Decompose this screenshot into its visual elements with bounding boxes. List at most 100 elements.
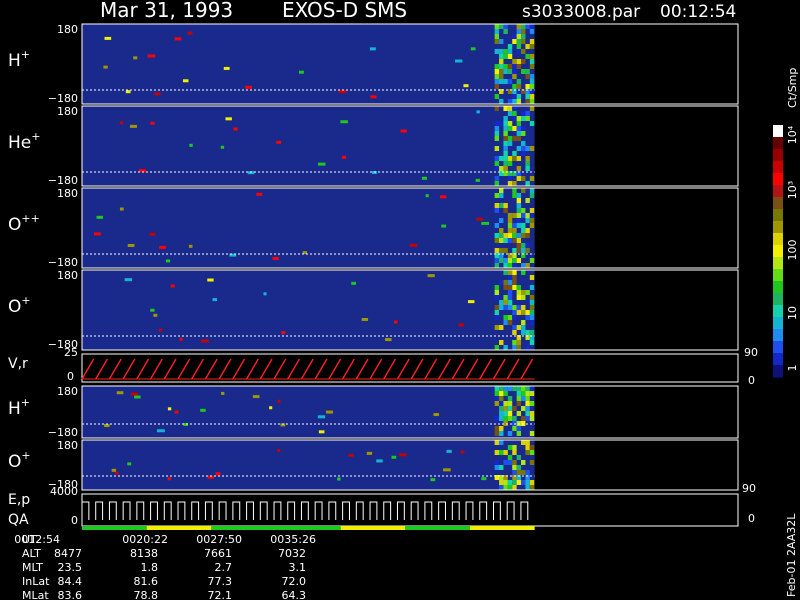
- heatmap-cell: [503, 136, 508, 141]
- heatmap-cell: [512, 233, 517, 238]
- heatmap-cell: [512, 480, 517, 485]
- heatmap-cell: [516, 84, 522, 89]
- heatmap-cell: [499, 233, 504, 238]
- heatmap-speckle: [318, 430, 325, 434]
- heatmap-speckle: [119, 207, 124, 211]
- heatmap-speckle: [439, 195, 447, 199]
- heatmap-speckle: [326, 410, 334, 414]
- heatmap-cell: [507, 263, 513, 268]
- heatmap-cell: [507, 401, 513, 406]
- heatmap-cell: [521, 223, 526, 228]
- heatmap-cell: [525, 386, 530, 391]
- heatmap-cell: [521, 295, 526, 300]
- panel-label-sup: ++: [21, 212, 39, 225]
- heatmap-cell: [494, 64, 500, 69]
- panel-label-sup: +: [21, 48, 30, 61]
- heatmap-cell: [503, 248, 508, 253]
- heatmap-speckle: [220, 145, 225, 149]
- heatmap-speckle: [96, 215, 104, 219]
- heatmap-cell: [494, 146, 500, 151]
- y-tick-bottom: 0: [67, 370, 74, 383]
- heatmap-cell: [512, 34, 517, 39]
- qa-segment: [340, 526, 406, 530]
- heatmap-cell: [521, 470, 526, 475]
- heatmap-cell: [512, 426, 517, 431]
- heatmap-speckle: [245, 85, 252, 89]
- heatmap-cell: [516, 223, 522, 228]
- heatmap-cell: [529, 285, 535, 290]
- heatmap-speckle: [212, 298, 217, 302]
- ephem-cell: 77.3: [208, 575, 233, 588]
- heatmap-cell: [512, 74, 517, 79]
- heatmap-cell: [516, 94, 522, 99]
- heatmap-speckle: [476, 110, 480, 114]
- heatmap-cell: [503, 300, 508, 305]
- heatmap-cell: [525, 248, 530, 253]
- heatmap-cell: [499, 121, 504, 126]
- heatmap-cell: [494, 223, 500, 228]
- heatmap-cell: [512, 465, 517, 470]
- heatmap-speckle: [272, 256, 279, 260]
- heatmap-speckle: [150, 121, 155, 125]
- heatmap-cell: [499, 64, 504, 69]
- heatmap-cell: [521, 208, 526, 213]
- panel-frame: [81, 493, 739, 527]
- heatmap-speckle: [399, 453, 407, 457]
- heatmap-cell: [507, 218, 513, 223]
- heatmap-cell: [503, 208, 508, 213]
- heatmap-speckle: [256, 192, 263, 196]
- qa-segment: [146, 526, 212, 530]
- heatmap-cell: [507, 455, 513, 460]
- energy-step-trace: [81, 501, 529, 520]
- heatmap-cell: [507, 285, 513, 290]
- heatmap-cell: [494, 136, 500, 141]
- heatmap-cell: [507, 176, 513, 181]
- heatmap-speckle: [277, 449, 281, 453]
- heatmap-cell: [521, 325, 526, 330]
- heatmap-cell: [503, 320, 508, 325]
- heatmap-speckle: [159, 245, 166, 249]
- heatmap-cell: [512, 84, 517, 89]
- heatmap-cell: [516, 29, 522, 34]
- heatmap-cell: [525, 290, 530, 295]
- heatmap-cell: [516, 44, 522, 49]
- colorbar-cell: [773, 233, 783, 246]
- ephem-cell: 72.1: [208, 589, 233, 600]
- panel-label: E,p: [8, 492, 30, 508]
- heatmap-cell: [494, 258, 500, 263]
- heatmap-cell: [516, 470, 522, 475]
- heatmap-cell: [521, 310, 526, 315]
- header-time: 00:12:54: [660, 2, 736, 22]
- colorbar-tick: 10⁴: [786, 125, 799, 144]
- heatmap-speckle: [225, 117, 232, 121]
- heatmap-speckle: [223, 66, 230, 70]
- heatmap-cell: [507, 223, 513, 228]
- heatmap-cell: [503, 345, 508, 350]
- heatmap-speckle: [446, 449, 452, 453]
- heatmap-cell: [503, 146, 508, 151]
- heatmap-cell: [525, 116, 530, 121]
- heatmap-cell: [516, 426, 522, 431]
- heatmap-cell: [529, 213, 535, 218]
- heatmap-cell: [503, 203, 508, 208]
- colorbar-cell: [773, 257, 783, 270]
- heatmap-cell: [529, 188, 535, 193]
- heatmap-cell: [503, 233, 508, 238]
- heatmap-cell: [507, 233, 513, 238]
- heatmap-cell: [521, 188, 526, 193]
- heatmap-speckle: [337, 477, 341, 481]
- heatmap-cell: [516, 39, 522, 44]
- colorbar-cell: [773, 293, 783, 306]
- heatmap-speckle: [149, 232, 156, 236]
- y-tick-top: 180: [57, 187, 78, 200]
- heatmap-speckle: [124, 278, 133, 282]
- heatmap-cell: [503, 485, 508, 490]
- heatmap-cell: [525, 411, 530, 416]
- heatmap-cell: [521, 263, 526, 268]
- heatmap-cell: [521, 131, 526, 136]
- heatmap-cell: [512, 416, 517, 421]
- heatmap-cell: [499, 401, 504, 406]
- heatmap-speckle: [393, 320, 398, 324]
- ephem-cell: 81.6: [134, 575, 159, 588]
- heatmap-speckle: [460, 450, 465, 454]
